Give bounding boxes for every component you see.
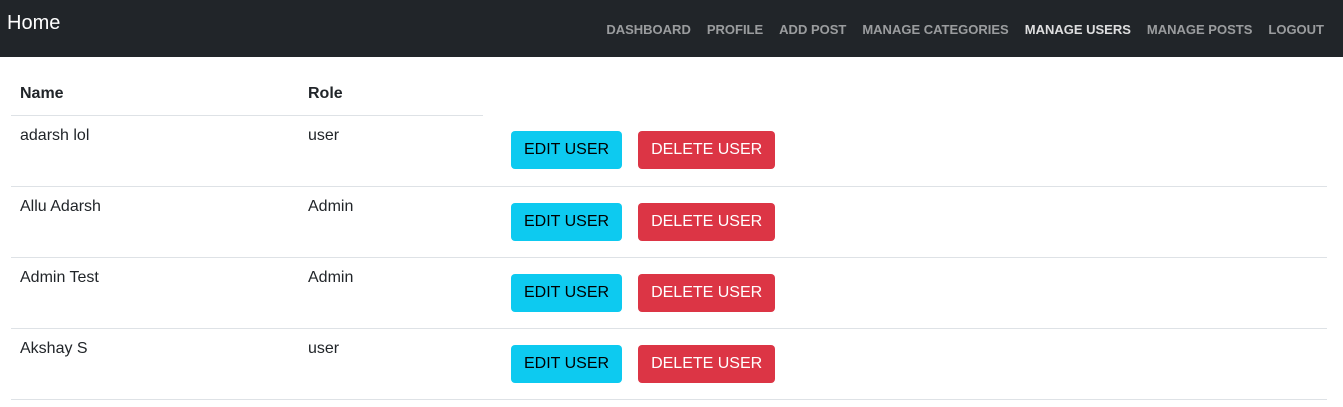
brand-home-link[interactable]: Home <box>7 11 60 35</box>
top-navbar: Home DASHBOARD PROFILE ADD POST MANAGE CATE… <box>0 0 1343 57</box>
column-header-name: Name <box>11 73 299 116</box>
table-row: Allu Adarsh Admin EDIT USER DELETE USER <box>11 186 1327 258</box>
nav-logout[interactable]: LOGOUT <box>1268 22 1324 38</box>
nav-dashboard[interactable]: DASHBOARD <box>606 22 691 38</box>
nav-profile[interactable]: PROFILE <box>707 22 763 38</box>
users-table: Name Role adarsh lol user EDIT USER DELETE … <box>11 73 1327 400</box>
delete-user-button[interactable]: DELETE USER <box>638 344 776 383</box>
user-actions-cell: EDIT USER DELETE USER <box>483 115 1327 187</box>
table-row: Akshay Suser EDIT USER DELETE USER <box>11 328 1327 400</box>
user-actions-cell: EDIT USER DELETE USER <box>483 257 1327 329</box>
nav-add-post[interactable]: ADD POST <box>779 22 846 38</box>
user-name-cell: Allu Adarsh <box>11 186 299 258</box>
user-actions-cell: EDIT USER DELETE USER <box>483 328 1327 400</box>
edit-user-button[interactable]: EDIT USER <box>511 273 623 312</box>
user-role-cell: Admin <box>299 257 483 329</box>
column-header-actions <box>483 73 1327 115</box>
user-role-cell: Admin <box>299 186 483 258</box>
nav-manage-posts[interactable]: MANAGE POSTS <box>1147 22 1252 38</box>
user-name-cell: adarsh lol <box>11 115 299 187</box>
edit-user-button[interactable]: EDIT USER <box>511 202 623 241</box>
user-role-cell: user <box>299 328 483 400</box>
nav-manage-categories[interactable]: MANAGE CATEGORIES <box>862 22 1008 38</box>
nav-manage-users[interactable]: MANAGE USERS <box>1025 22 1131 38</box>
delete-user-button[interactable]: DELETE USER <box>638 202 776 241</box>
table-header-row: Name Role <box>11 73 1327 116</box>
user-name-cell: Akshay S <box>11 328 299 400</box>
delete-user-button[interactable]: DELETE USER <box>638 273 776 312</box>
user-name-cell: Admin Test <box>11 257 299 329</box>
user-role-cell: user <box>299 115 483 187</box>
table-row: Admin Test Admin EDIT USER DELETE USER <box>11 257 1327 329</box>
delete-user-button[interactable]: DELETE USER <box>638 131 776 169</box>
edit-user-button[interactable]: EDIT USER <box>511 344 623 383</box>
user-actions-cell: EDIT USER DELETE USER <box>483 186 1327 258</box>
table-body: adarsh lol user EDIT USER DELETE USER Allu A… <box>11 115 1327 400</box>
nav-links: DASHBOARD PROFILE ADD POST MANAGE CATEGORIE… <box>606 22 1324 38</box>
table-row: adarsh lol user EDIT USER DELETE USER <box>11 115 1327 187</box>
column-header-role: Role <box>299 73 483 116</box>
edit-user-button[interactable]: EDIT USER <box>511 131 623 169</box>
